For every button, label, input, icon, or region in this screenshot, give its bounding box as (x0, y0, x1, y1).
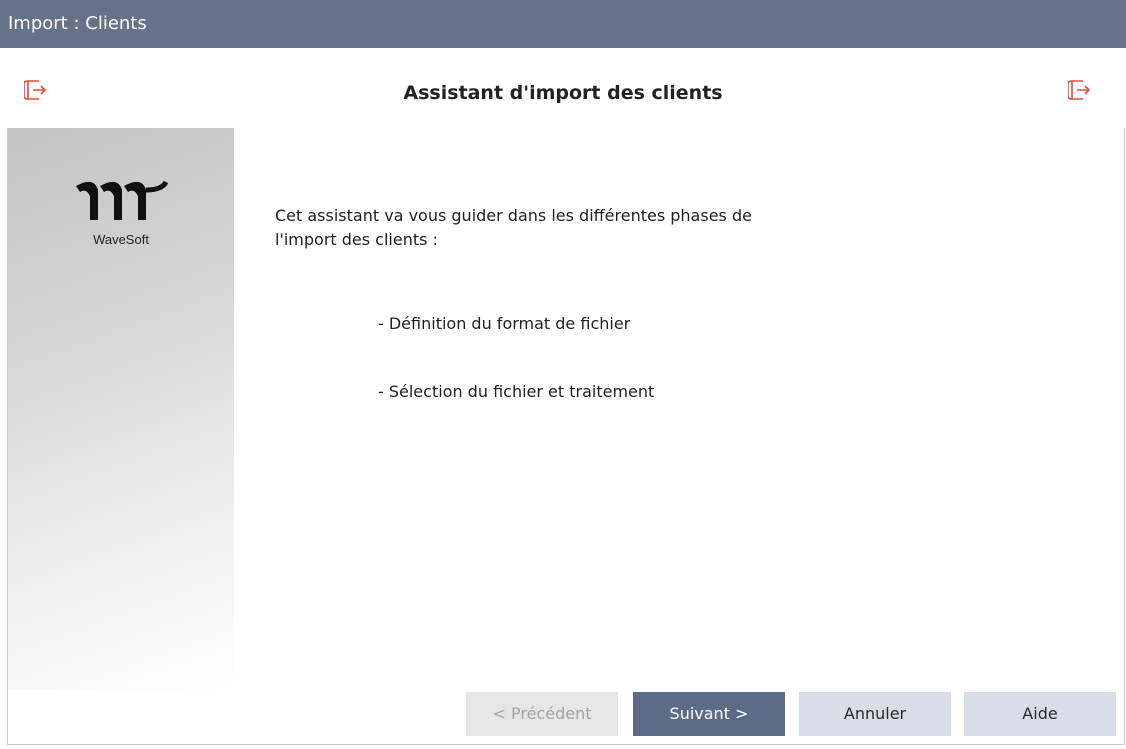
frame-border-right (1124, 128, 1125, 744)
cancel-button[interactable]: Annuler (799, 692, 951, 736)
intro-line-1: Cet assistant va vous guider dans les di… (275, 206, 752, 225)
previous-button[interactable]: < Précédent (466, 692, 618, 736)
import-icon (1068, 80, 1090, 100)
wavesoft-logo-icon (76, 180, 169, 220)
intro-line-2: l'import des clients : (275, 230, 438, 249)
wizard-side-panel: WaveSoft (8, 128, 234, 690)
step-item-file-format: - Définition du format de fichier (378, 314, 631, 333)
intro-text: Cet assistant va vous guider dans les di… (275, 204, 915, 252)
wizard-title: Assistant d'import des clients (403, 82, 723, 104)
help-button[interactable]: Aide (964, 692, 1116, 736)
window-title: Import : Clients (0, 0, 1126, 48)
next-button[interactable]: Suivant > (633, 692, 785, 736)
step-item-file-selection: - Sélection du fichier et traitement (378, 382, 655, 401)
frame-border-bottom (7, 744, 1125, 745)
logo-text: WaveSoft (93, 232, 149, 247)
